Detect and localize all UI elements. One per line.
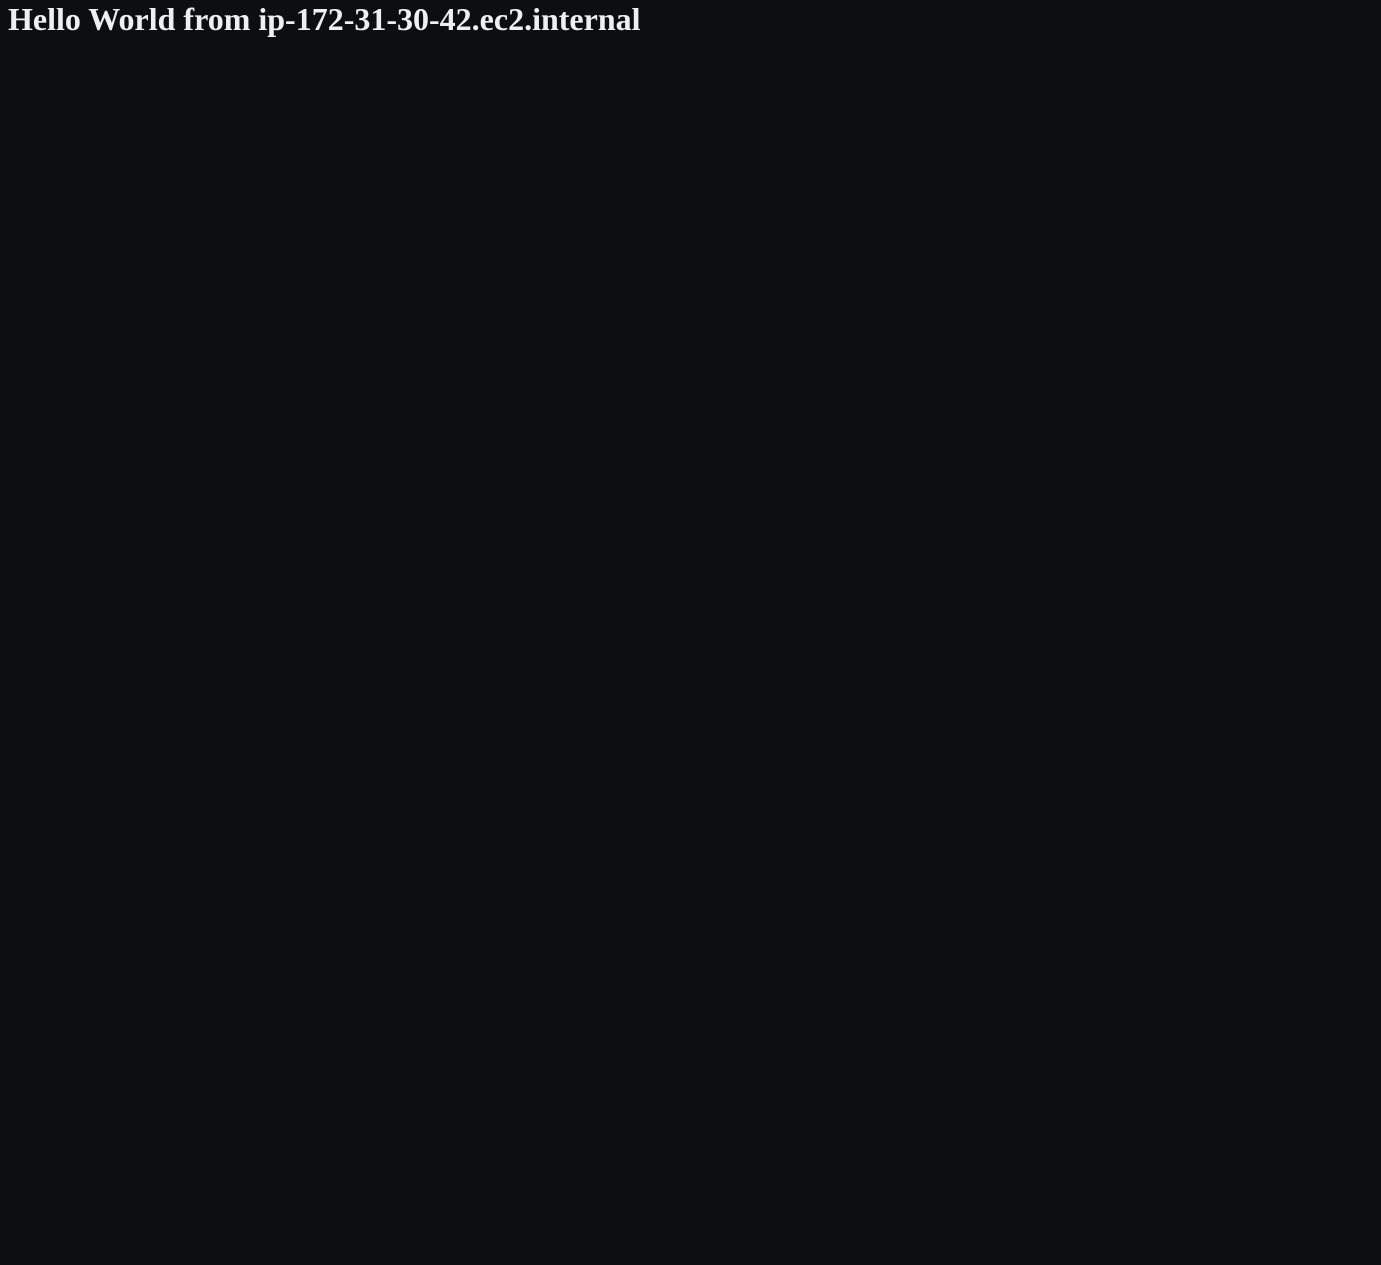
page-heading: Hello World from ip-172-31-30-42.ec2.int…	[0, 0, 1381, 38]
